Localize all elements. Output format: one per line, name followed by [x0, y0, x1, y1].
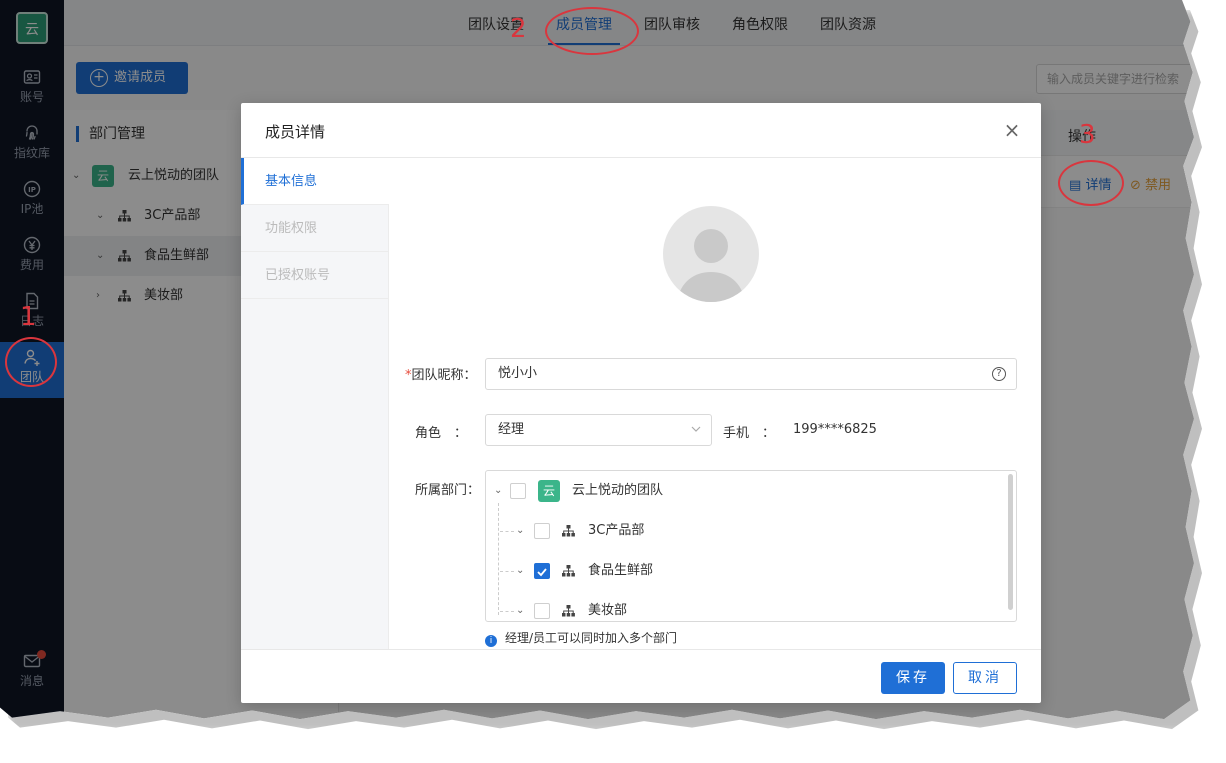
dept-checkbox-checked[interactable]	[534, 563, 550, 579]
nickname-input[interactable]: 悦小小 ?	[485, 358, 1017, 390]
chevron-down-icon: ⌄	[516, 525, 525, 536]
dept-checkbox[interactable]	[534, 523, 550, 539]
annotation-ring-team	[5, 337, 57, 387]
role-label: 角色 ：	[415, 426, 468, 441]
cancel-button[interactable]: 取消	[953, 662, 1017, 694]
dept-tree-item[interactable]: ⌄ 美妆部	[486, 599, 1006, 621]
member-detail-modal: 成员详情 × 基本信息 功能权限 已授权账号 *团队昵称： 悦小小 ? 角色 ：…	[241, 103, 1041, 703]
dept-tree-root[interactable]: ⌄ 云 云上悦动的团队	[486, 479, 1006, 503]
info-icon: i	[485, 635, 497, 647]
annotation-step-2: 2	[510, 14, 527, 44]
team-badge: 云	[538, 480, 560, 502]
role-select[interactable]: 经理	[485, 414, 712, 446]
close-icon[interactable]: ×	[1001, 119, 1023, 141]
tree-scrollbar[interactable]	[1008, 474, 1013, 610]
dept-root-label: 云上悦动的团队	[572, 483, 664, 498]
org-chart-icon	[562, 605, 575, 617]
nav-authorized-accounts[interactable]: 已授权账号	[241, 252, 389, 299]
nav-basic-info[interactable]: 基本信息	[241, 158, 389, 205]
dept-tree-item[interactable]: ⌄ 食品生鲜部	[486, 559, 1006, 583]
modal-header: 成员详情 ×	[241, 103, 1041, 158]
annotation-ring-member-tab	[545, 7, 639, 55]
chevron-down-icon: ⌄	[516, 605, 525, 616]
dept-item-label: 美妆部	[588, 603, 628, 618]
nav-feature-permissions[interactable]: 功能权限	[241, 205, 389, 252]
check-icon	[537, 568, 547, 577]
org-chart-icon	[562, 565, 575, 577]
user-silhouette-icon	[677, 229, 745, 302]
screenshot-frame: 云 账号 指纹库 IP IP池 费用 日志 团队 消息 团队设置 成员管理 团队…	[0, 0, 1194, 720]
modal-footer: 保存 取消	[241, 649, 1041, 703]
dept-checkbox[interactable]	[534, 603, 550, 619]
chevron-down-icon	[691, 426, 701, 432]
dept-item-label: 食品生鲜部	[588, 563, 654, 578]
phone-label: 手机 ：	[723, 426, 776, 441]
org-chart-icon	[562, 525, 575, 537]
modal-title: 成员详情	[265, 123, 326, 141]
nickname-label: *团队昵称：	[405, 368, 477, 383]
annotation-ring-detail	[1058, 160, 1124, 206]
annotation-step-1: 1	[20, 302, 37, 332]
save-button[interactable]: 保存	[881, 662, 945, 694]
root-checkbox[interactable]	[510, 483, 526, 499]
department-label: 所属部门：	[415, 483, 481, 498]
department-tree-select: ⌄ 云 云上悦动的团队 ⌄ 3C产品部 ⌄ 食品生鲜部 ⌄ 美妆部	[485, 470, 1017, 622]
modal-side-nav: 基本信息 功能权限 已授权账号	[241, 158, 389, 649]
dept-tree-item[interactable]: ⌄ 3C产品部	[486, 519, 1006, 543]
avatar	[663, 206, 759, 302]
help-icon[interactable]: ?	[992, 367, 1006, 381]
chevron-down-icon: ⌄	[516, 565, 525, 576]
dept-item-label: 3C产品部	[588, 523, 645, 538]
phone-value: 199****6825	[793, 422, 877, 437]
chevron-down-icon: ⌄	[494, 485, 503, 496]
department-hint: i 经理/员工可以同时加入多个部门	[485, 629, 677, 647]
annotation-step-3: 3	[1079, 120, 1096, 150]
